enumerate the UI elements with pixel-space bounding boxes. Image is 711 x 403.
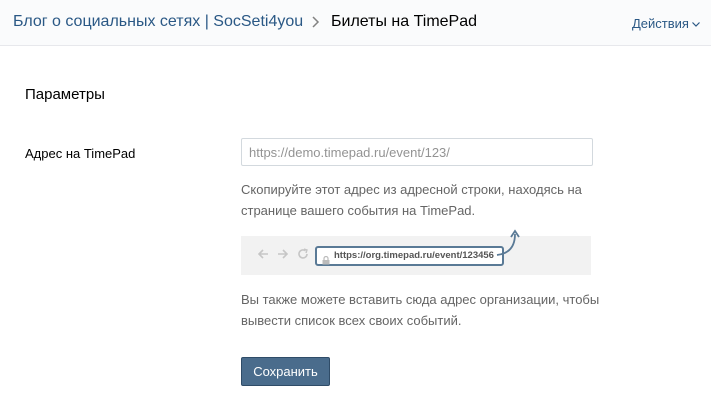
chevron-right-icon xyxy=(311,12,321,32)
actions-dropdown[interactable]: Действия xyxy=(632,15,700,31)
copy-address-hint: Скопируйте этот адрес из адресной строки… xyxy=(241,182,582,218)
reload-icon xyxy=(297,248,309,263)
browser-address-bar-illustration: https://org.timepad.ru/event/123456 xyxy=(241,229,591,275)
section-title: Параметры xyxy=(25,86,105,103)
page-title: Билеты на TimePad xyxy=(331,13,478,30)
chevron-down-icon xyxy=(692,15,700,30)
breadcrumb-community-link[interactable]: Блог о социальных сетях | SocSeti4you xyxy=(13,13,303,31)
actions-label: Действия xyxy=(632,16,689,31)
demo-address-bar: https://org.timepad.ru/event/123456 xyxy=(315,246,504,266)
save-button[interactable]: Сохранить xyxy=(241,357,330,386)
lock-icon xyxy=(322,252,330,270)
demo-url-text: https://org.timepad.ru/event/123456 xyxy=(334,250,494,261)
timepad-address-label: Адрес на TimePad xyxy=(25,146,136,161)
arrow-right-icon xyxy=(277,248,289,263)
curved-arrow-icon xyxy=(495,228,523,263)
page-header: Блог о социальных сетях | SocSeti4you Би… xyxy=(0,0,711,46)
arrow-left-icon xyxy=(257,248,269,263)
organization-address-hint: Вы также можете вставить сюда адрес орга… xyxy=(241,292,600,328)
timepad-url-input[interactable] xyxy=(241,138,593,166)
